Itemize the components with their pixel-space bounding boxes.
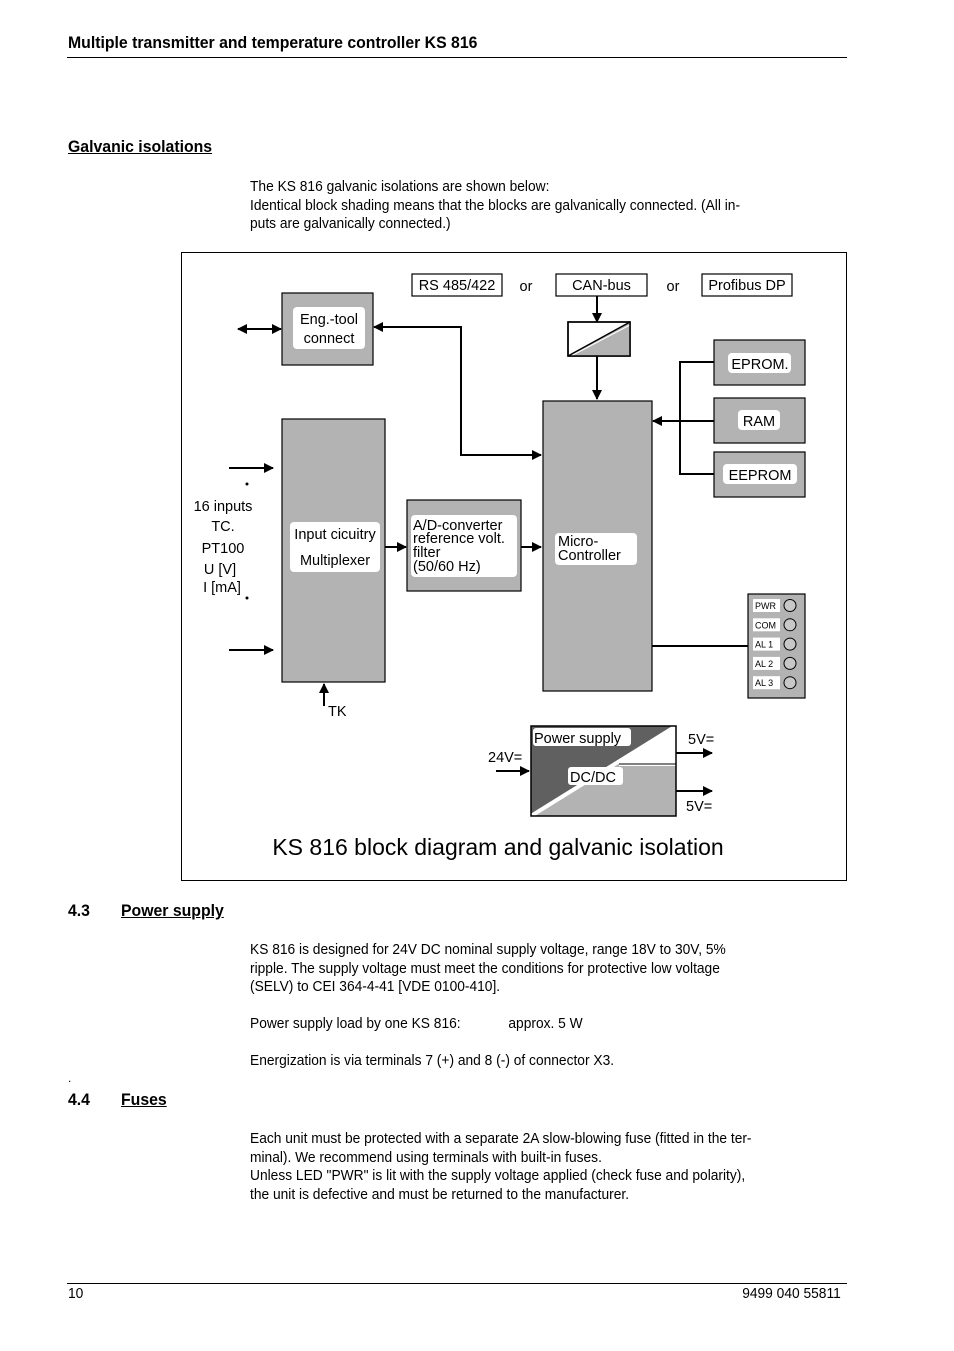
input-block-label-2: Multiplexer	[300, 553, 370, 569]
memory-block-eeprom: EEPROM	[713, 451, 806, 498]
power-load-value: approx. 5 W	[508, 1016, 583, 1032]
led-label: COM	[755, 620, 776, 630]
memory-block-ram: RAM	[713, 397, 806, 444]
fuses-line-1: Each unit must be protected with a separ…	[250, 1131, 752, 1147]
adc-label-4: (50/60 Hz)	[413, 559, 481, 575]
led-indicator-icon	[783, 676, 797, 690]
eng-tool-block: Eng.-tool connect	[281, 292, 374, 366]
block-diagram: RS 485/422 or CAN-bus or Profibus DP Eng…	[194, 273, 806, 860]
or-label-1: or	[520, 279, 533, 295]
block-diagram-figure: RS 485/422 or CAN-bus or Profibus DP Eng…	[181, 252, 847, 881]
memory-label-ram: RAM	[743, 414, 775, 430]
power-supply-load: Power supply load by one KS 816: approx. …	[250, 1015, 811, 1034]
section-number-4-4: 4.4	[68, 1090, 90, 1109]
memory-label-eeprom: EEPROM	[729, 468, 792, 484]
bus-option-rs485: RS 485/422	[411, 273, 503, 297]
power-output-label-2: 5V=	[686, 799, 712, 815]
power-supply-heading-text: Power supply	[121, 901, 224, 920]
section-number-4-3: 4.3	[68, 901, 90, 920]
led-indicator-icon	[783, 618, 797, 632]
heading-galvanic-isolations: Galvanic isolations	[68, 137, 213, 156]
led-label: AL 2	[755, 659, 773, 669]
eng-tool-label-2: connect	[304, 331, 355, 347]
led-label: AL 1	[755, 640, 773, 650]
inputs-label-count: 16 inputs	[194, 499, 253, 515]
inputs-label-tc: TC.	[211, 519, 234, 535]
led-row-al1: AL 1	[753, 637, 797, 651]
heading-power-supply: 4.3 Power supply	[68, 901, 224, 921]
power-supply-line-3: (SELV) to CEI 364-4-41 [VDE 0100-410].	[250, 979, 501, 995]
stray-dot: .	[68, 1071, 72, 1085]
page-number: 10	[68, 1286, 84, 1302]
power-supply-line-2: ripple. The supply voltage must meet the…	[250, 960, 720, 977]
fuses-heading-text: Fuses	[121, 1090, 167, 1109]
power-load-label: Power supply load by one KS 816:	[250, 1016, 461, 1032]
bus-option-profibus-label: Profibus DP	[708, 278, 785, 294]
bus-isolator-block	[567, 321, 631, 357]
heading-fuses: 4.4 Fuses	[68, 1090, 167, 1110]
led-row-com: COM	[753, 618, 797, 632]
document-number: 9499 040 55811	[742, 1286, 841, 1302]
memory-bus-line	[679, 361, 714, 475]
microcontroller-block: Micro- Controller	[542, 400, 653, 692]
led-label: AL 3	[755, 678, 773, 688]
fuses-body: Each unit must be protected with a separ…	[250, 1130, 811, 1204]
bus-option-rs485-label: RS 485/422	[419, 278, 496, 294]
inputs-label: 16 inputs TC. PT100 U [V] I [mA]	[194, 499, 253, 596]
led-row-al3: AL 3	[753, 676, 797, 690]
eng-tool-label-1: Eng.-tool	[300, 312, 358, 328]
fuses-line-4: the unit is defective and must be return…	[250, 1186, 630, 1203]
power-supply-block: Power supply DC/DC	[530, 725, 677, 817]
galvanic-paragraph-1: The KS 816 galvanic isolations are shown…	[250, 179, 550, 195]
or-label-2: or	[667, 279, 680, 295]
galvanic-paragraph-3: puts are galvanically connected.)	[250, 216, 451, 232]
power-supply-line-1: KS 816 is designed for 24V DC nominal su…	[250, 942, 726, 958]
memory-label-eprom: EPROM.	[731, 357, 788, 373]
ellipsis-dot-bottom	[245, 596, 249, 600]
power-supply-energization: Energization is via terminals 7 (+) and …	[250, 1052, 811, 1071]
bus-option-profibus: Profibus DP	[701, 273, 793, 297]
led-indicator-icon	[783, 637, 797, 651]
power-supply-subtitle: DC/DC	[570, 770, 616, 786]
ellipsis-dot-top	[245, 482, 249, 486]
inputs-label-voltage: U [V]	[204, 562, 236, 578]
power-supply-title: Power supply	[534, 731, 622, 747]
adc-block: A/D-converter reference volt. filter (50…	[406, 499, 522, 592]
led-indicator-icon	[783, 599, 797, 612]
bus-option-canbus: CAN-bus	[555, 273, 648, 297]
power-input-label: 24V=	[488, 750, 522, 766]
galvanic-intro: The KS 816 galvanic isolations are shown…	[250, 178, 811, 234]
micro-label-2: Controller	[558, 548, 621, 564]
inputs-label-current: I [mA]	[203, 580, 241, 596]
input-circuitry-block: Input cicuitry Multiplexer	[281, 418, 386, 683]
header-rule	[67, 57, 847, 58]
diagram-caption: KS 816 block diagram and galvanic isolat…	[272, 834, 723, 860]
footer-rule	[67, 1283, 847, 1284]
document-header-title: Multiple transmitter and temperature con…	[68, 33, 478, 52]
energization-text: Energization is via terminals 7 (+) and …	[250, 1053, 615, 1069]
tk-label: TK	[328, 704, 347, 720]
micro-to-eng-tool-arrow	[373, 322, 462, 455]
fuses-line-3: Unless LED "PWR" is lit with the supply …	[250, 1168, 746, 1184]
galvanic-paragraph-2: Identical block shading means that the b…	[250, 197, 741, 214]
eng-tool-to-micro-arrow	[460, 450, 542, 460]
input-block-label-1: Input cicuitry	[294, 527, 376, 543]
led-row-pwr: PWR	[753, 599, 797, 612]
memory-block-eprom: EPROM.	[713, 339, 806, 386]
led-label: PWR	[755, 601, 776, 611]
fuses-line-2: minal). We recommend using terminals wit…	[250, 1149, 602, 1166]
inputs-label-pt100: PT100	[202, 541, 245, 557]
bus-option-canbus-label: CAN-bus	[572, 278, 631, 294]
power-output-label-1: 5V=	[688, 732, 714, 748]
led-row-al2: AL 2	[753, 656, 797, 670]
power-supply-body: KS 816 is designed for 24V DC nominal su…	[250, 941, 811, 997]
led-indicator-icon	[783, 656, 797, 670]
